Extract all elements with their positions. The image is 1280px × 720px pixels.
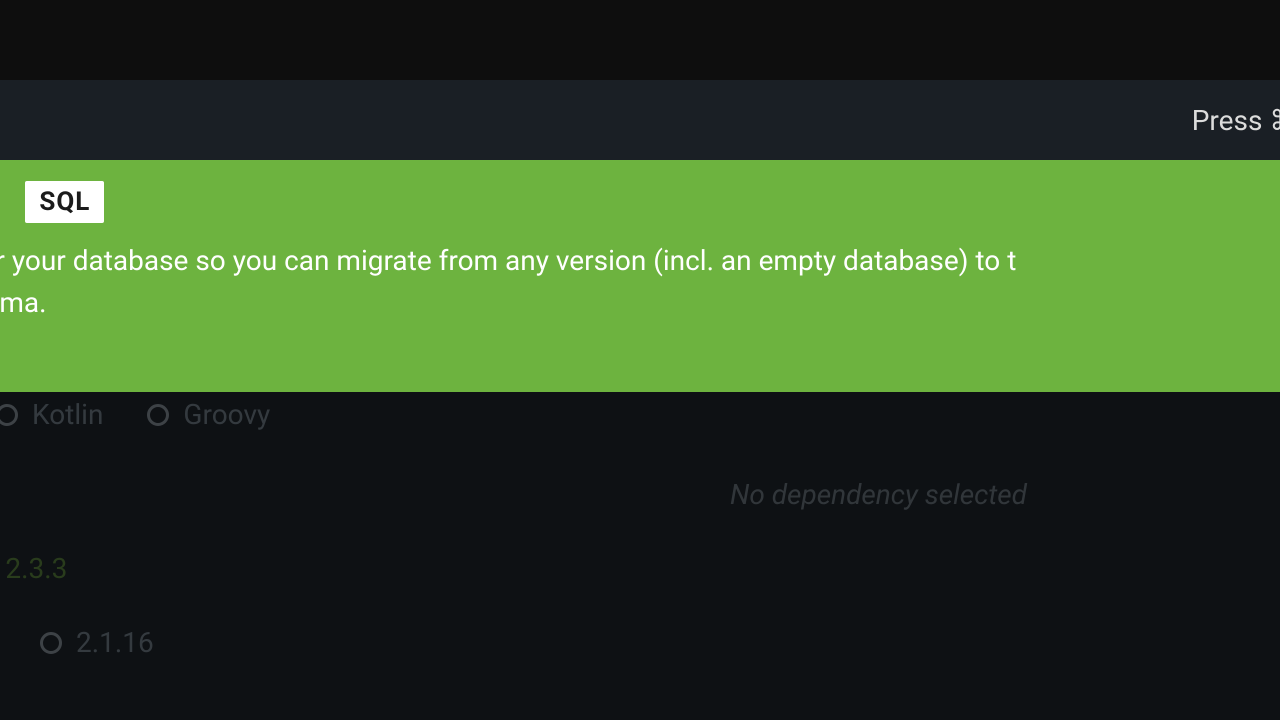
radio-icon [0, 404, 18, 426]
radio-icon [147, 404, 169, 426]
hint-bar: Press ⌘ fo [0, 80, 1280, 160]
language-radio-row: Kotlin Groovy [0, 398, 270, 431]
window-topbar [0, 0, 1280, 80]
dependency-description-line1: ol for your database so you can migrate … [0, 244, 1016, 277]
radio-version-2-1-16[interactable]: 2.1.16 [40, 626, 154, 659]
dependency-description: ol for your database so you can migrate … [0, 240, 1280, 324]
radio-groovy[interactable]: Groovy [147, 398, 270, 431]
keyboard-hint: Press ⌘ fo [1192, 104, 1280, 137]
radio-version-2-3-3[interactable]: 2.3.3 [0, 552, 67, 585]
radio-label: Groovy [183, 398, 270, 431]
radio-kotlin[interactable]: Kotlin [0, 398, 103, 431]
radio-icon [40, 632, 62, 654]
dependency-banner[interactable]: ration SQL ol for your database so you c… [0, 160, 1280, 392]
version-radio-row-2: 2.1.16 [40, 626, 154, 659]
radio-label: 2.3.3 [5, 552, 67, 585]
form-area: Kotlin Groovy No dependency selected OT)… [0, 392, 1280, 720]
no-dependency-text: No dependency selected [730, 478, 1027, 511]
modal-dim-overlay [0, 392, 1280, 720]
dependency-tag-sql: SQL [25, 181, 104, 223]
dependency-description-line2: schema. [0, 286, 47, 319]
radio-label: 2.1.16 [76, 626, 154, 659]
version-radio-row-1: OT) 2.3.3 [0, 552, 67, 585]
radio-label: Kotlin [32, 398, 103, 431]
